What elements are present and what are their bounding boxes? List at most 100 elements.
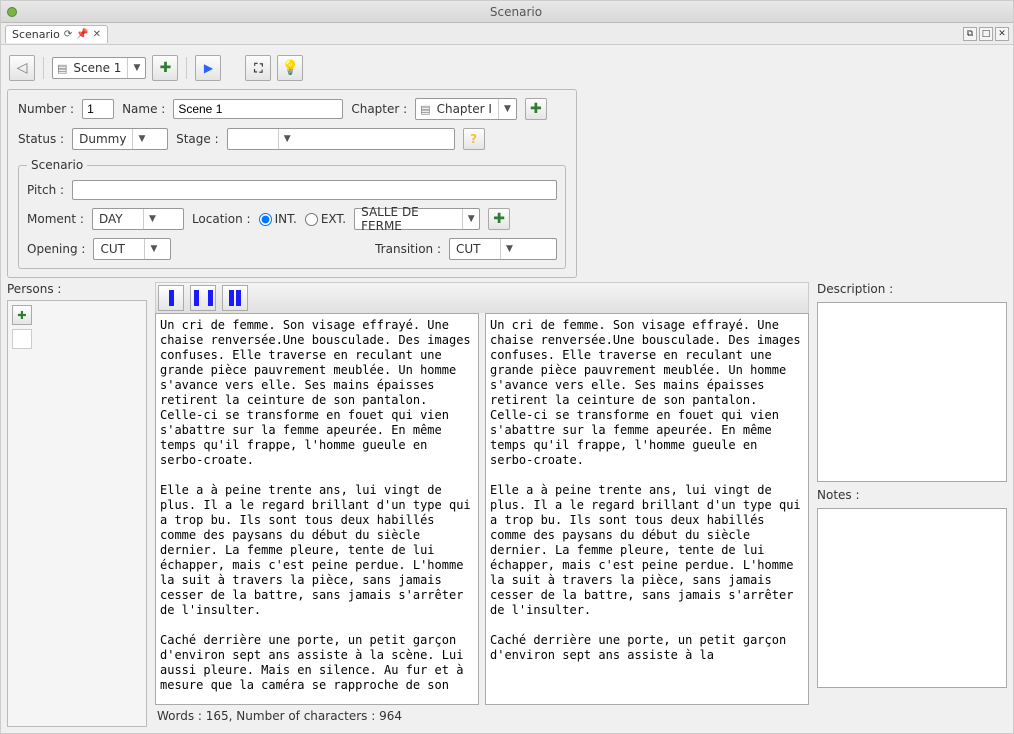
lower-section: Persons : ✚ Words : 165, Number of chara… bbox=[7, 282, 1007, 727]
notes-label: Notes : bbox=[817, 488, 1007, 502]
scenario-legend: Scenario bbox=[27, 158, 87, 172]
help-icon: ? bbox=[470, 132, 477, 146]
close-tab-icon[interactable]: ✕ bbox=[93, 29, 101, 40]
chevron-down-icon[interactable]: ▼ bbox=[132, 129, 150, 149]
plus-icon: ✚ bbox=[160, 60, 172, 76]
add-chapter-button[interactable]: ✚ bbox=[525, 98, 547, 120]
persons-list: ✚ bbox=[7, 300, 147, 727]
int-radio-input[interactable] bbox=[259, 213, 272, 226]
location-select[interactable]: SALLE DE FERME ▼ bbox=[354, 208, 480, 230]
layout-double-button[interactable] bbox=[222, 285, 248, 311]
moment-label: Moment : bbox=[27, 212, 84, 226]
refresh-icon: ⟳ bbox=[64, 29, 72, 40]
scenario-subform: Scenario Pitch : Moment : DAY ▼ Location… bbox=[18, 158, 566, 269]
chevron-down-icon[interactable]: ▼ bbox=[500, 239, 518, 259]
transition-value: CUT bbox=[450, 242, 500, 256]
wordcount-status: Words : 165, Number of characters : 964 bbox=[155, 705, 809, 727]
chevron-down-icon[interactable]: ▼ bbox=[144, 239, 162, 259]
titlebar: Scenario bbox=[1, 1, 1013, 23]
persons-column: Persons : ✚ bbox=[7, 282, 147, 727]
scene-selector[interactable]: ▤ Scene 1 ▼ bbox=[52, 57, 146, 79]
status-label: Status : bbox=[18, 132, 64, 146]
close-window-icon[interactable] bbox=[7, 7, 17, 17]
location-ext-radio[interactable]: EXT. bbox=[305, 212, 346, 226]
back-icon: ◁ bbox=[17, 60, 28, 76]
plus-icon: ✚ bbox=[17, 309, 26, 322]
location-int-radio[interactable]: INT. bbox=[259, 212, 297, 226]
pitch-input[interactable] bbox=[72, 180, 557, 200]
stage-label: Stage : bbox=[176, 132, 219, 146]
column-icon bbox=[229, 290, 234, 306]
layout-single-button[interactable] bbox=[158, 285, 184, 311]
tab-scenario[interactable]: Scenario ⟳ 📌 ✕ bbox=[5, 25, 108, 43]
editor-toolbar bbox=[155, 282, 809, 313]
editor-column: Words : 165, Number of characters : 964 bbox=[155, 282, 809, 727]
moment-select[interactable]: DAY ▼ bbox=[92, 208, 184, 230]
chevron-down-icon[interactable]: ▼ bbox=[462, 209, 479, 229]
opening-select[interactable]: CUT ▼ bbox=[93, 238, 171, 260]
name-input[interactable] bbox=[173, 99, 343, 119]
pane-restore-icon[interactable]: ⧉ bbox=[963, 27, 977, 41]
location-value: SALLE DE FERME bbox=[355, 205, 462, 233]
fullscreen-icon: ⛶ bbox=[254, 61, 262, 76]
number-label: Number : bbox=[18, 102, 74, 116]
bulb-icon: 💡 bbox=[282, 60, 299, 76]
document-icon: ▤ bbox=[416, 103, 430, 116]
content-area: ◁ ▤ Scene 1 ▼ ✚ ▶ ⛶ 💡 Number : Name : Ch… bbox=[1, 45, 1013, 733]
description-label: Description : bbox=[817, 282, 1007, 296]
idea-button[interactable]: 💡 bbox=[277, 55, 303, 81]
moment-value: DAY bbox=[93, 212, 143, 226]
scene-text-left[interactable] bbox=[155, 313, 479, 705]
stage-select[interactable]: ▼ bbox=[227, 128, 455, 150]
chevron-down-icon[interactable]: ▼ bbox=[278, 129, 296, 149]
transition-select[interactable]: CUT ▼ bbox=[449, 238, 557, 260]
plus-icon: ✚ bbox=[493, 211, 505, 227]
right-sidebar: Description : Notes : bbox=[817, 282, 1007, 727]
pin-icon[interactable]: 📌 bbox=[76, 29, 88, 40]
column-icon bbox=[194, 290, 199, 306]
scene-text-right[interactable] bbox=[485, 313, 809, 705]
play-button[interactable]: ▶ bbox=[195, 55, 221, 81]
add-person-button[interactable]: ✚ bbox=[12, 305, 32, 325]
transition-label: Transition : bbox=[375, 242, 441, 256]
number-input[interactable] bbox=[82, 99, 114, 119]
column-icon bbox=[208, 290, 213, 306]
text-panes bbox=[155, 313, 809, 705]
add-location-button[interactable]: ✚ bbox=[488, 208, 510, 230]
window-title: Scenario bbox=[25, 5, 1007, 19]
plus-icon: ✚ bbox=[530, 101, 542, 117]
int-label: INT. bbox=[275, 212, 297, 226]
pitch-label: Pitch : bbox=[27, 183, 64, 197]
ext-radio-input[interactable] bbox=[305, 213, 318, 226]
persons-label: Persons : bbox=[7, 282, 147, 296]
notes-textarea[interactable] bbox=[817, 508, 1007, 688]
add-scene-button[interactable]: ✚ bbox=[152, 55, 178, 81]
document-icon: ▤ bbox=[53, 62, 67, 75]
tab-label: Scenario bbox=[12, 28, 60, 41]
pane-close-icon[interactable]: ✕ bbox=[995, 27, 1009, 41]
column-icon bbox=[236, 290, 241, 306]
fullscreen-button[interactable]: ⛶ bbox=[245, 55, 271, 81]
column-icon bbox=[169, 290, 174, 306]
chapter-label: Chapter : bbox=[351, 102, 407, 116]
stage-help-button[interactable]: ? bbox=[463, 128, 485, 150]
status-value: Dummy bbox=[73, 132, 132, 146]
scene-form: Number : Name : Chapter : ▤ Chapter I ▼ … bbox=[7, 89, 577, 278]
scene-selector-value: Scene 1 bbox=[67, 61, 127, 75]
description-textarea[interactable] bbox=[817, 302, 1007, 482]
chapter-select[interactable]: ▤ Chapter I ▼ bbox=[415, 98, 517, 120]
chevron-down-icon[interactable]: ▼ bbox=[127, 58, 145, 78]
play-icon: ▶ bbox=[204, 61, 213, 75]
chevron-down-icon[interactable]: ▼ bbox=[143, 209, 161, 229]
chevron-down-icon[interactable]: ▼ bbox=[498, 99, 516, 119]
opening-label: Opening : bbox=[27, 242, 85, 256]
pane-maximize-icon[interactable]: □ bbox=[979, 27, 993, 41]
person-slot[interactable] bbox=[12, 329, 32, 349]
chapter-value: Chapter I bbox=[431, 102, 498, 116]
back-button[interactable]: ◁ bbox=[9, 55, 35, 81]
status-select[interactable]: Dummy ▼ bbox=[72, 128, 168, 150]
opening-value: CUT bbox=[94, 242, 144, 256]
document-tabstrip: Scenario ⟳ 📌 ✕ ⧉ □ ✕ bbox=[1, 23, 1013, 45]
layout-split-button[interactable] bbox=[190, 285, 216, 311]
main-toolbar: ◁ ▤ Scene 1 ▼ ✚ ▶ ⛶ 💡 bbox=[7, 51, 1007, 85]
